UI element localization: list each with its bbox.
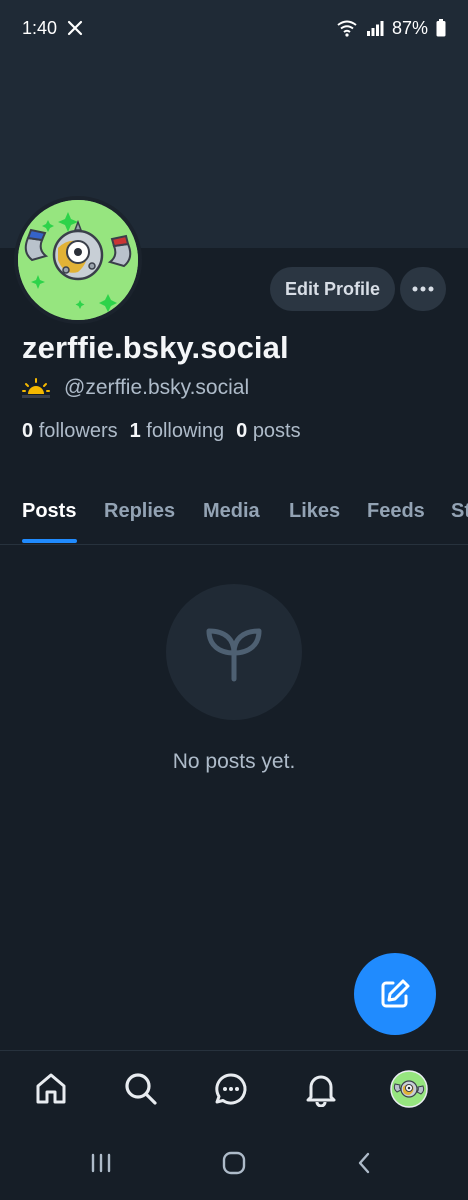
- profile-tabs: Posts Replies Media Likes Feeds St: [0, 486, 468, 545]
- followers-label: followers: [38, 420, 118, 442]
- x-logo-icon: [67, 20, 83, 36]
- following-count: 1: [129, 420, 141, 442]
- bell-icon: [306, 1075, 336, 1107]
- following-label: following: [146, 420, 225, 442]
- system-navigation-bar: [0, 1126, 468, 1200]
- avatar: [390, 1070, 428, 1108]
- following-stat[interactable]: 1 following: [130, 420, 225, 443]
- nav-chat[interactable]: [211, 1069, 251, 1109]
- profile-stats: 0 followers 1 following 0 posts: [22, 420, 301, 443]
- status-left: 1:40: [22, 18, 83, 39]
- chat-icon: [215, 1073, 247, 1105]
- home-circle-icon: [222, 1151, 246, 1175]
- tab-starter-packs[interactable]: St: [451, 500, 468, 523]
- recent-apps-icon: [91, 1153, 111, 1173]
- status-time: 1:40: [22, 17, 58, 38]
- avatar-image: [18, 200, 138, 320]
- tab-replies[interactable]: Replies: [104, 500, 175, 523]
- empty-state-message: No posts yet.: [172, 750, 296, 773]
- handle-row: @zerffie.bsky.social: [22, 376, 249, 400]
- signal-icon: [366, 21, 384, 36]
- tab-media[interactable]: Media: [203, 500, 260, 523]
- battery-icon: [436, 19, 446, 37]
- active-tab-indicator: [22, 539, 77, 543]
- bottom-navigation: [0, 1050, 468, 1127]
- followers-count: 0: [22, 420, 34, 442]
- profile-avatar[interactable]: [14, 196, 142, 324]
- back-system-button[interactable]: [344, 1146, 384, 1180]
- nav-home[interactable]: [31, 1069, 71, 1109]
- status-right: 87%: [336, 18, 446, 39]
- display-name: zerffie.bsky.social: [22, 330, 289, 365]
- compose-icon: [381, 979, 410, 1008]
- back-chevron-icon: [358, 1152, 370, 1174]
- status-bar: 1:40 87%: [0, 0, 468, 56]
- posts-label: posts: [252, 420, 301, 442]
- home-system-button[interactable]: [214, 1146, 254, 1180]
- search-icon: [125, 1073, 157, 1105]
- profile-handle: @zerffie.bsky.social: [64, 376, 250, 399]
- recent-apps-button[interactable]: [81, 1146, 121, 1180]
- edit-profile-button[interactable]: Edit Profile: [270, 267, 395, 311]
- more-dots-icon: [412, 286, 434, 292]
- battery-percent: 87%: [391, 17, 428, 38]
- sunrise-icon: [22, 378, 50, 398]
- wifi-icon: [337, 20, 357, 37]
- home-icon: [36, 1073, 66, 1104]
- posts-count: 0: [236, 420, 248, 442]
- followers-stat[interactable]: 0 followers: [22, 420, 118, 443]
- seedling-icon: [206, 628, 262, 682]
- nav-profile[interactable]: [389, 1069, 429, 1109]
- posts-stat: 0 posts: [236, 420, 301, 443]
- more-options-button[interactable]: [400, 267, 446, 311]
- tab-posts[interactable]: Posts: [22, 500, 76, 523]
- nav-search[interactable]: [121, 1069, 161, 1109]
- tab-feeds[interactable]: Feeds: [367, 500, 425, 523]
- tab-likes[interactable]: Likes: [289, 500, 340, 523]
- nav-notifications[interactable]: [301, 1069, 341, 1109]
- empty-state-icon-circle: [166, 584, 302, 720]
- compose-post-button[interactable]: [354, 953, 436, 1035]
